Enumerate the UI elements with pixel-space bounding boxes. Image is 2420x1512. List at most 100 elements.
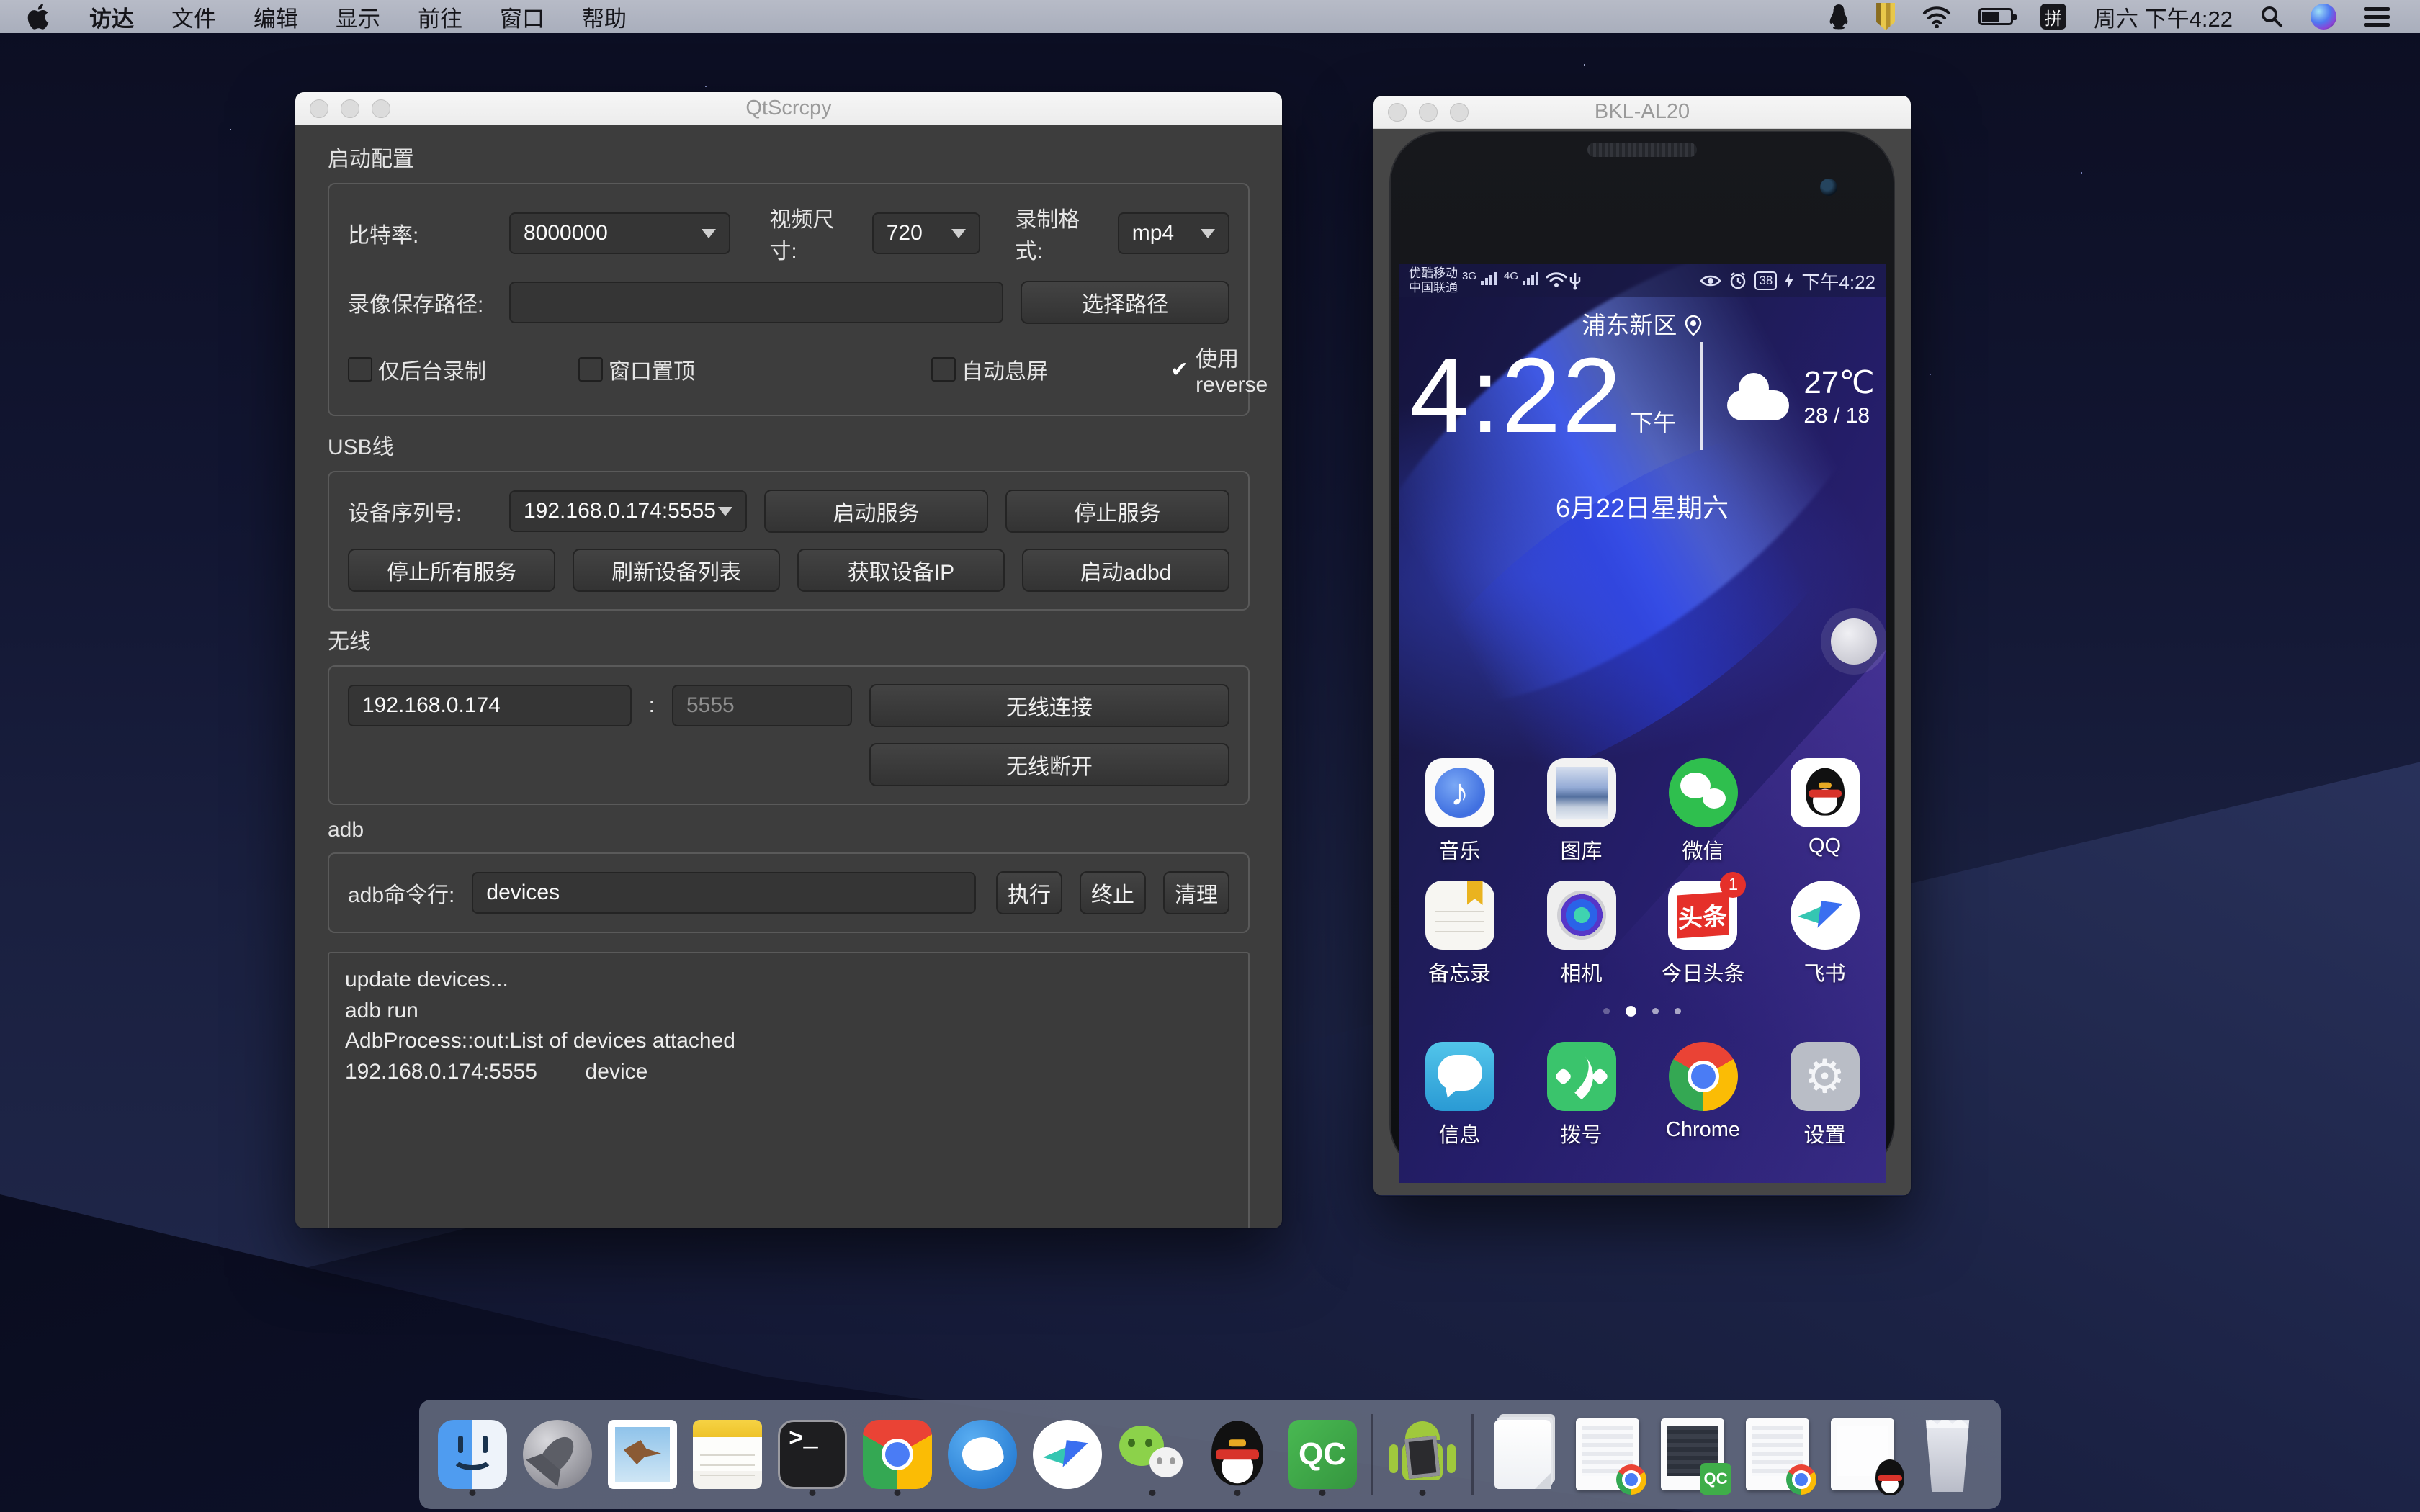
dock-wechat[interactable] xyxy=(1116,1417,1188,1492)
menu-file[interactable]: 文件 xyxy=(153,1,235,33)
home-page-dots xyxy=(1399,1006,1886,1017)
dock-minimized-chrome-window-2[interactable] xyxy=(1742,1417,1814,1492)
location-pin-icon xyxy=(1684,315,1703,336)
qtscrcpy-titlebar[interactable]: QtScrcpy xyxy=(295,92,1282,125)
qq-status-icon[interactable] xyxy=(1829,2,1849,31)
dock-minimized-qq-window[interactable] xyxy=(1827,1417,1899,1492)
menu-help[interactable]: 帮助 xyxy=(563,1,645,33)
device-serial-select[interactable]: 192.168.0.174:5555 xyxy=(509,490,747,532)
location-label[interactable]: 浦东新区 xyxy=(1399,306,1886,341)
bitrate-select[interactable]: 8000000 xyxy=(509,212,730,254)
window-thumbnail xyxy=(1576,1418,1639,1490)
siri-icon[interactable] xyxy=(2311,4,2336,30)
spotlight-search-icon[interactable] xyxy=(2260,2,2283,31)
dock-minimized-chrome-window-1[interactable] xyxy=(1572,1417,1644,1492)
phone-titlebar[interactable]: BKL-AL20 xyxy=(1373,96,1911,129)
adb-command-input[interactable]: devices xyxy=(472,872,976,914)
paper-plane-icon xyxy=(1033,1420,1102,1489)
apple-menu-icon[interactable] xyxy=(27,2,52,31)
app-settings[interactable]: ⚙ 设置 xyxy=(1791,1042,1860,1148)
clock-widget[interactable]: 4:22 下午 27℃ 28 / 18 xyxy=(1399,342,1886,450)
status-time: 下午4:22 xyxy=(1801,268,1876,294)
dock-chrome[interactable] xyxy=(861,1417,933,1492)
phone-screen[interactable]: 优酷移动 中国联通 3G 4G xyxy=(1399,264,1886,1183)
app-grid-row1: ♪ 音乐 图库 微信 QQ xyxy=(1399,758,1886,865)
dock-finder[interactable] xyxy=(436,1417,508,1492)
battery-status-icon[interactable] xyxy=(1978,2,2013,31)
menu-view[interactable]: 显示 xyxy=(317,1,399,33)
menu-edit[interactable]: 编辑 xyxy=(235,1,317,33)
checkbox-always-on-top[interactable]: 窗口置顶 xyxy=(578,354,931,385)
desktop: 访达 文件 编辑 显示 前往 窗口 帮助 拼 周六 下午4:22 xyxy=(0,0,2420,1512)
adb-run-button[interactable]: 执行 xyxy=(996,871,1062,914)
app-camera[interactable]: 相机 xyxy=(1547,881,1616,987)
app-gallery[interactable]: 图库 xyxy=(1547,758,1616,865)
menu-finder[interactable]: 访达 xyxy=(71,1,153,33)
log-output[interactable]: update devices...adb runAdbProcess::out:… xyxy=(328,952,1250,1228)
checkbox-background-record[interactable]: 仅后台录制 xyxy=(348,354,578,385)
record-path-input[interactable] xyxy=(509,282,1003,323)
signal-bars-icon xyxy=(1481,272,1497,285)
menu-clock[interactable]: 周六 下午4:22 xyxy=(2094,1,2233,33)
start-adbd-button[interactable]: 启动adbd xyxy=(1022,549,1229,592)
wireless-ip-input[interactable]: 192.168.0.174 xyxy=(348,685,632,726)
choose-path-button[interactable]: 选择路径 xyxy=(1021,281,1229,324)
app-music[interactable]: ♪ 音乐 xyxy=(1425,758,1494,865)
app-qq[interactable]: QQ xyxy=(1791,758,1860,865)
weather-widget[interactable]: 27℃ 28 / 18 xyxy=(1727,364,1874,428)
macos-dock: QC QC xyxy=(419,1400,2001,1509)
dock-launchpad[interactable] xyxy=(521,1417,593,1492)
input-method-icon[interactable]: 拼 xyxy=(2040,4,2066,30)
config-section-label: 启动配置 xyxy=(328,141,1250,173)
dock-qtscrcpy[interactable]: QC xyxy=(1286,1417,1358,1492)
ip-port-separator: : xyxy=(649,693,655,718)
stop-all-services-button[interactable]: 停止所有服务 xyxy=(348,549,555,592)
dock-paper-plane-app[interactable] xyxy=(1031,1417,1103,1492)
app-feishu[interactable]: 飞书 xyxy=(1791,881,1860,987)
app-notes[interactable]: 备忘录 xyxy=(1425,881,1494,987)
assistive-touch-ball[interactable] xyxy=(1831,618,1877,665)
adb-section-label: adb xyxy=(328,818,1250,842)
checkbox-use-reverse[interactable]: 使用reverse xyxy=(1169,341,1271,397)
wifi-status-icon[interactable] xyxy=(1922,2,1951,31)
notification-center-icon[interactable] xyxy=(2364,3,2390,31)
record-format-select[interactable]: mp4 xyxy=(1118,212,1229,254)
document-icon xyxy=(1494,1420,1551,1489)
finder-icon xyxy=(438,1420,507,1489)
app-messages[interactable]: 信息 xyxy=(1425,1042,1494,1148)
qtscrcpy-window: QtScrcpy 启动配置 比特率: 8000000 视频尺寸: 720 录制格… xyxy=(295,92,1282,1228)
checkbox-auto-screen-off[interactable]: 自动息屏 xyxy=(931,354,1169,385)
app-dialer[interactable]: 拨号 xyxy=(1547,1042,1616,1148)
usb-section-label: USB线 xyxy=(328,429,1250,461)
stop-service-button[interactable]: 停止服务 xyxy=(1005,490,1229,533)
dialer-icon xyxy=(1547,1042,1616,1111)
dock-mail[interactable] xyxy=(606,1417,678,1492)
launchpad-rocket-icon xyxy=(523,1420,592,1489)
dock-minimized-document[interactable] xyxy=(1487,1417,1559,1492)
page-dot xyxy=(1603,1008,1610,1014)
menu-window[interactable]: 窗口 xyxy=(481,1,563,33)
wireless-port-input[interactable]: 5555 xyxy=(672,685,852,726)
menu-go[interactable]: 前往 xyxy=(399,1,481,33)
dock-minimized-code-window[interactable]: QC xyxy=(1657,1417,1729,1492)
app-toutiao[interactable]: 头条 1 今日头条 xyxy=(1661,881,1744,987)
adb-clear-button[interactable]: 清理 xyxy=(1163,871,1229,914)
refresh-device-list-button[interactable]: 刷新设备列表 xyxy=(573,549,780,592)
app-wechat[interactable]: 微信 xyxy=(1669,758,1738,865)
start-service-button[interactable]: 启动服务 xyxy=(764,490,988,533)
get-device-ip-button[interactable]: 获取设备IP xyxy=(797,549,1005,592)
dock-notes[interactable] xyxy=(691,1417,763,1492)
dock-trash[interactable] xyxy=(1912,1417,1984,1492)
dock-seal-app[interactable] xyxy=(946,1417,1018,1492)
wechat-icon xyxy=(1118,1420,1187,1489)
app-chrome[interactable]: Chrome xyxy=(1666,1042,1740,1148)
wireless-disconnect-button[interactable]: 无线断开 xyxy=(869,743,1229,786)
adb-stop-button[interactable]: 终止 xyxy=(1080,871,1146,914)
video-size-select[interactable]: 720 xyxy=(872,212,981,254)
dock-terminal[interactable] xyxy=(776,1417,848,1492)
dock-android-tool[interactable] xyxy=(1386,1417,1458,1492)
memo-icon xyxy=(1425,881,1494,950)
dock-qq[interactable] xyxy=(1201,1417,1273,1492)
wireless-connect-button[interactable]: 无线连接 xyxy=(869,684,1229,727)
antivirus-shield-icon[interactable] xyxy=(1876,2,1895,31)
